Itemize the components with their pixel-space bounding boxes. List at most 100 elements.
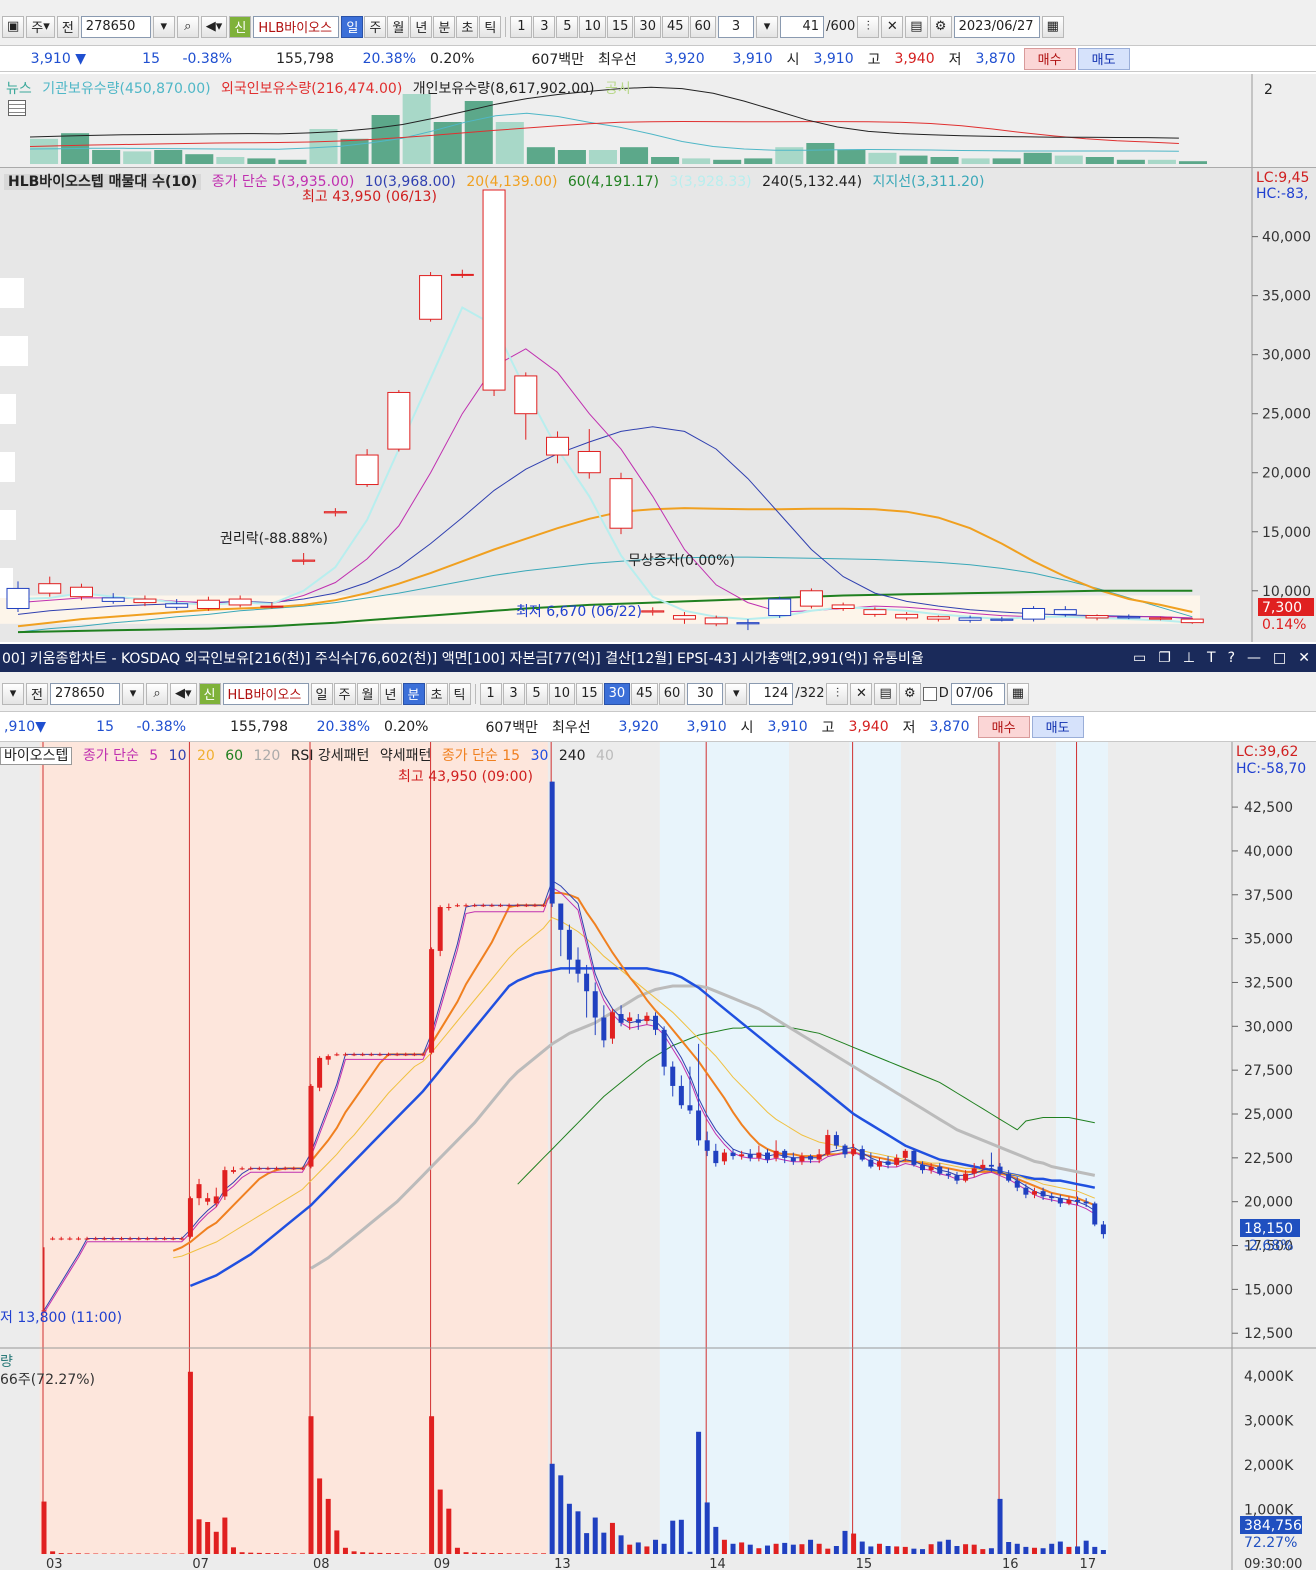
volume-bar (609, 1522, 615, 1554)
calendar-icon[interactable]: ▦ (1041, 15, 1064, 38)
intraday-candle-body (696, 1110, 702, 1141)
calendar-icon-2[interactable]: ▦ (1006, 682, 1030, 705)
period-button-2-5[interactable]: 초 (425, 682, 448, 705)
intraday-candle-body (515, 905, 521, 907)
date-checkbox[interactable] (922, 686, 937, 701)
speaker-icon[interactable]: ◀▾ (200, 15, 228, 38)
interval-select-2[interactable]: 30 (687, 682, 724, 705)
text-icon[interactable]: T (1201, 650, 1222, 666)
period-button-0[interactable]: 일 (341, 15, 364, 38)
interval-button-0[interactable]: 1 (510, 15, 533, 38)
code-dropdown-icon-2[interactable]: ▾ (122, 682, 144, 705)
search-icon-2[interactable]: ⌕ (146, 682, 168, 705)
period-button-2-4[interactable]: 분 (402, 682, 425, 705)
sell-button[interactable]: 매도 (1077, 47, 1130, 70)
period-button-6[interactable]: 틱 (479, 15, 502, 38)
interval-button-2-7[interactable]: 60 (658, 682, 686, 705)
table-icon[interactable] (8, 100, 26, 116)
period-button-2-6[interactable]: 틱 (448, 682, 471, 705)
period-button-2-1[interactable]: 주 (333, 682, 356, 705)
interval-button-2-5[interactable]: 30 (603, 682, 631, 705)
legend-rsi-weak: 약세패턴 (379, 748, 432, 764)
candle-count-input-2[interactable]: 124 (749, 682, 794, 705)
legend-stock-name-2: 바이오스텝 (0, 747, 73, 765)
code-input-2[interactable]: 278650 (50, 682, 120, 705)
buy-button[interactable]: 매수 (1023, 47, 1076, 70)
save-icon[interactable]: ▤ (905, 15, 928, 38)
interval-button-2[interactable]: 5 (556, 15, 579, 38)
intraday-candle-body (119, 1238, 125, 1240)
period-button-5[interactable]: 초 (456, 15, 479, 38)
x-tick-label: 16 (1002, 1557, 1019, 1570)
intraday-candle-body (230, 1170, 236, 1172)
candle-tool-icon[interactable]: ⫶ (857, 15, 880, 38)
holdings-bar (30, 138, 59, 164)
chevron-down-icon-2[interactable]: ▾ (725, 682, 748, 705)
sell-button-2[interactable]: 매도 (1031, 715, 1084, 738)
date-input[interactable]: 2023/06/27 (953, 15, 1040, 38)
volume-bar (317, 1478, 323, 1554)
holdings-bar (1147, 159, 1176, 164)
interval-button-1[interactable]: 3 (533, 15, 556, 38)
interval-button-6[interactable]: 45 (661, 15, 689, 38)
period-button-2-3[interactable]: 년 (379, 682, 402, 705)
period-button-2-0[interactable]: 일 (310, 682, 333, 705)
vol-last-label: 384,756 (1244, 1518, 1302, 1534)
interval-button-7[interactable]: 60 (689, 15, 717, 38)
restore-icon[interactable]: ❐ (1152, 650, 1177, 666)
max-icon[interactable]: □ (1267, 650, 1292, 666)
daily-chart: 10,000 15,000 20,000 25,000 30,000 35,000 40,0… (0, 168, 1314, 642)
window-title: 00] 키움종합차트 - KOSDAQ 외국인보유[216(천)] 주식수[76… (2, 651, 924, 667)
period-button-2-2[interactable]: 월 (356, 682, 379, 705)
interval-button-3[interactable]: 10 (579, 15, 606, 38)
code-dropdown-icon[interactable]: ▾ (152, 15, 175, 38)
prev-button-2[interactable]: 전 (26, 682, 48, 705)
interval-button-2-6[interactable]: 45 (631, 682, 658, 705)
buy-button-2[interactable]: 매수 (977, 715, 1030, 738)
stock-name-field-2[interactable]: HLB바이오스 (222, 682, 309, 705)
candle-count-input[interactable]: 41 (780, 15, 825, 38)
min-icon[interactable]: — (1241, 650, 1267, 666)
save-icon-2[interactable]: ▤ (874, 682, 897, 705)
cross-tool-icon-2[interactable]: ✕ (850, 682, 873, 705)
pin-icon[interactable]: ⊥ (1177, 650, 1201, 666)
interval-button-2-1[interactable]: 3 (502, 682, 525, 705)
interval-button-2-4[interactable]: 15 (576, 682, 603, 705)
chevron-down-icon[interactable]: ▾ (756, 15, 779, 38)
candle-tool-icon-2[interactable]: ⫶ (826, 682, 849, 705)
x-tick-label: 07 (192, 1557, 209, 1570)
holdings-bar (1178, 161, 1207, 164)
volume-bar (627, 1544, 633, 1554)
intraday-candle-body (144, 1238, 150, 1240)
gear-icon[interactable]: ⚙ (929, 15, 952, 38)
candle-body (1180, 618, 1204, 624)
code-input[interactable]: 278650 (80, 15, 151, 38)
volume-bar (635, 1542, 641, 1554)
interval-button-2-3[interactable]: 10 (548, 682, 576, 705)
close-icon[interactable]: ✕ (1292, 650, 1316, 666)
prev-button[interactable]: 전 (56, 15, 79, 38)
layout-icon[interactable]: ▣ (2, 15, 25, 38)
period-button-3[interactable]: 년 (410, 15, 433, 38)
cross-tool-icon[interactable]: ✕ (881, 15, 904, 38)
intraday-candle-body (368, 1054, 374, 1056)
date-input-2[interactable]: 07/06 (950, 682, 1005, 705)
gear-icon-2[interactable]: ⚙ (898, 682, 921, 705)
minimize-icon[interactable]: ▭ (1127, 650, 1152, 666)
period-button-1[interactable]: 주 (364, 15, 387, 38)
interval-button-4[interactable]: 15 (606, 15, 634, 38)
interval-button-2-0[interactable]: 1 (479, 682, 502, 705)
intraday-candle-body (627, 1017, 633, 1022)
holdings-bar (1116, 159, 1145, 164)
interval-button-5[interactable]: 30 (634, 15, 661, 38)
type-select[interactable]: 주 ▾ (26, 15, 55, 38)
type-dropdown-icon[interactable]: ▾ (2, 682, 24, 705)
interval-select[interactable]: 3 (718, 15, 755, 38)
interval-button-2-2[interactable]: 5 (525, 682, 548, 705)
period-button-4[interactable]: 분 (433, 15, 456, 38)
stock-name-field[interactable]: HLB바이오스 (253, 15, 340, 38)
search-icon[interactable]: ⌕ (176, 15, 199, 38)
period-button-2[interactable]: 월 (387, 15, 410, 38)
help-icon[interactable]: ? (1222, 650, 1241, 666)
speaker-icon-2[interactable]: ◀▾ (170, 682, 197, 705)
